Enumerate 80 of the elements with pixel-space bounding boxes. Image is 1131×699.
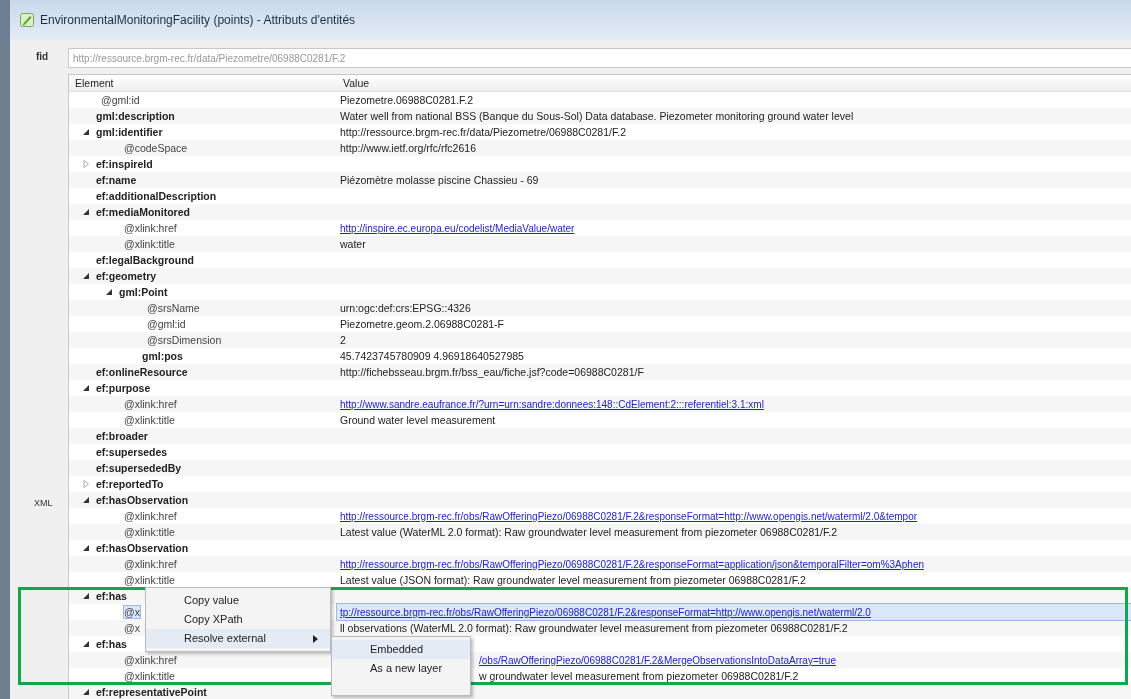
element-name[interactable]: @xlink:href: [124, 222, 177, 234]
element-name[interactable]: ef:hasObservation: [96, 494, 189, 506]
expanded-arrow-icon[interactable]: [82, 592, 90, 600]
element-name[interactable]: @xlink:title: [124, 670, 175, 682]
element-name[interactable]: @xlink:href: [124, 510, 177, 522]
element-name[interactable]: ef:mediaMonitored: [96, 206, 190, 218]
element-name[interactable]: @srsDimension: [147, 334, 222, 346]
element-name[interactable]: @xlink:title: [124, 414, 175, 426]
element-name[interactable]: @x: [124, 622, 140, 634]
value-text: Ground water level measurement: [340, 414, 496, 426]
element-name[interactable]: ef:legalBackground: [96, 254, 195, 266]
element-name[interactable]: ef:representativePoint: [96, 686, 207, 698]
value-text: Piezometre.geom.2.06988C0281-F: [340, 318, 504, 330]
element-name[interactable]: ef:supersedes: [96, 446, 168, 458]
element-name[interactable]: ef:supersededBy: [96, 462, 182, 474]
element-name[interactable]: ef:additionalDescription: [96, 190, 217, 202]
expanded-arrow-icon[interactable]: [82, 128, 90, 136]
element-name[interactable]: @gml:id: [147, 318, 186, 330]
value-text: ll observations (WaterML 2.0 format): Raw groundwater level measurement from piezometer 06988C0281/F.2: [340, 622, 848, 634]
value-text: Piezometre.06988C0281.F.2: [340, 94, 474, 106]
element-name[interactable]: ef:hasObservation: [96, 542, 189, 554]
menu-item[interactable]: As a new layer: [332, 659, 470, 678]
menu-item[interactable]: Copy value: [146, 591, 330, 610]
value-text: Water well from national BSS (Banque du Sous-Sol) Data database. Piezometer monitoring ground water level: [340, 110, 854, 122]
expanded-arrow-icon[interactable]: [82, 272, 90, 280]
element-name[interactable]: @xlink:href: [124, 558, 177, 570]
menu-item[interactable]: Resolve external: [146, 629, 330, 648]
element-name[interactable]: @x: [124, 606, 140, 618]
fid-label: fid: [36, 51, 49, 62]
xml-label: XML: [34, 498, 53, 508]
value-link[interactable]: http://inspire.ec.europa.eu/codelist/MediaValue/water: [340, 222, 575, 234]
menu-item[interactable]: Copy XPath: [146, 610, 330, 629]
element-name[interactable]: ef:has: [96, 638, 127, 650]
element-name[interactable]: @xlink:href: [124, 654, 177, 666]
value-link[interactable]: /obs/RawOfferingPiezo/06988C0281/F.2&MergeObservationsIntoDataArray=true: [479, 654, 836, 666]
value-text: http://ressource.brgm-rec.fr/data/Piezometre/06988C0281/F.2: [340, 126, 626, 138]
element-name[interactable]: ef:inspireId: [96, 158, 153, 170]
element-name[interactable]: gml:description: [96, 110, 175, 122]
value-link[interactable]: http://ressource.brgm-rec.fr/obs/RawOfferingPiezo/06988C0281/F.2&responseFormat=http://www.opengis.net/waterml/2.0&tempor: [340, 510, 918, 522]
element-name[interactable]: @gml:id: [101, 94, 140, 106]
value-text: http://www.ietf.org/rfc/rfc2616: [340, 142, 476, 154]
element-name[interactable]: ef:name: [96, 174, 137, 186]
value-text: urn:ogc:def:crs:EPSG::4326: [340, 302, 471, 314]
value-text: w groundwater level measurement from piezometer 06988C0281/F.2: [479, 670, 799, 682]
element-name[interactable]: @xlink:title: [124, 238, 175, 250]
column-header[interactable]: Value: [337, 77, 1131, 89]
element-name[interactable]: ef:purpose: [96, 382, 151, 394]
element-name[interactable]: ef:geometry: [96, 270, 157, 282]
expanded-arrow-icon[interactable]: [105, 288, 113, 296]
value-text: Latest value (WaterML 2.0 format): Raw groundwater level measurement from piezometer 06988C0281/F.2: [340, 526, 838, 538]
expanded-arrow-icon[interactable]: [82, 640, 90, 648]
value-text: 45.7423745780909 4.96918640527985: [340, 350, 524, 362]
pencil-icon: [20, 13, 34, 27]
expanded-arrow-icon[interactable]: [82, 688, 90, 696]
value-text: 2: [340, 334, 346, 346]
element-name[interactable]: gml:Point: [119, 286, 168, 298]
value-text: water: [340, 238, 366, 250]
value-text: Piézomètre molasse piscine Chassieu - 69: [340, 174, 539, 186]
element-name[interactable]: @xlink:title: [124, 574, 175, 586]
expanded-arrow-icon[interactable]: [82, 384, 90, 392]
expanded-arrow-icon[interactable]: [82, 544, 90, 552]
value-link[interactable]: http://ressource.brgm-rec.fr/obs/RawOfferingPiezo/06988C0281/F.2&responseFormat=application/json&temporalFilter=om%3Aphen: [340, 558, 924, 570]
element-name[interactable]: @codeSpace: [124, 142, 188, 154]
element-name[interactable]: ef:has: [96, 590, 127, 602]
element-name[interactable]: ef:onlineResource: [96, 366, 188, 378]
value-text: http://fichebsseau.brgm.fr/bss_eau/fiche.jsf?code=06988C0281/F: [340, 366, 644, 378]
expanded-arrow-icon[interactable]: [82, 208, 90, 216]
value-text: Latest value (JSON format): Raw groundwater level measurement from piezometer 06988C0281/F.2: [340, 574, 806, 586]
column-header[interactable]: Element: [69, 77, 337, 89]
element-name[interactable]: @xlink:title: [124, 526, 175, 538]
element-name[interactable]: gml:identifier: [96, 126, 163, 138]
expanded-arrow-icon[interactable]: [82, 496, 90, 504]
element-name[interactable]: @xlink:href: [124, 398, 177, 410]
menu-item[interactable]: Embedded: [332, 640, 470, 659]
window-title: EnvironmentalMonitoringFacility (points) - Attributs d'entités: [40, 13, 356, 27]
element-name[interactable]: ef:broader: [96, 430, 148, 442]
element-name[interactable]: @srsName: [147, 302, 200, 314]
element-name[interactable]: ef:reportedTo: [96, 478, 164, 490]
value-link[interactable]: http://www.sandre.eaufrance.fr/?urn=urn:sandre:donnees:148::CdElement:2:::referentiel:3.1:xml: [340, 398, 764, 410]
element-name[interactable]: gml:pos: [142, 350, 183, 362]
